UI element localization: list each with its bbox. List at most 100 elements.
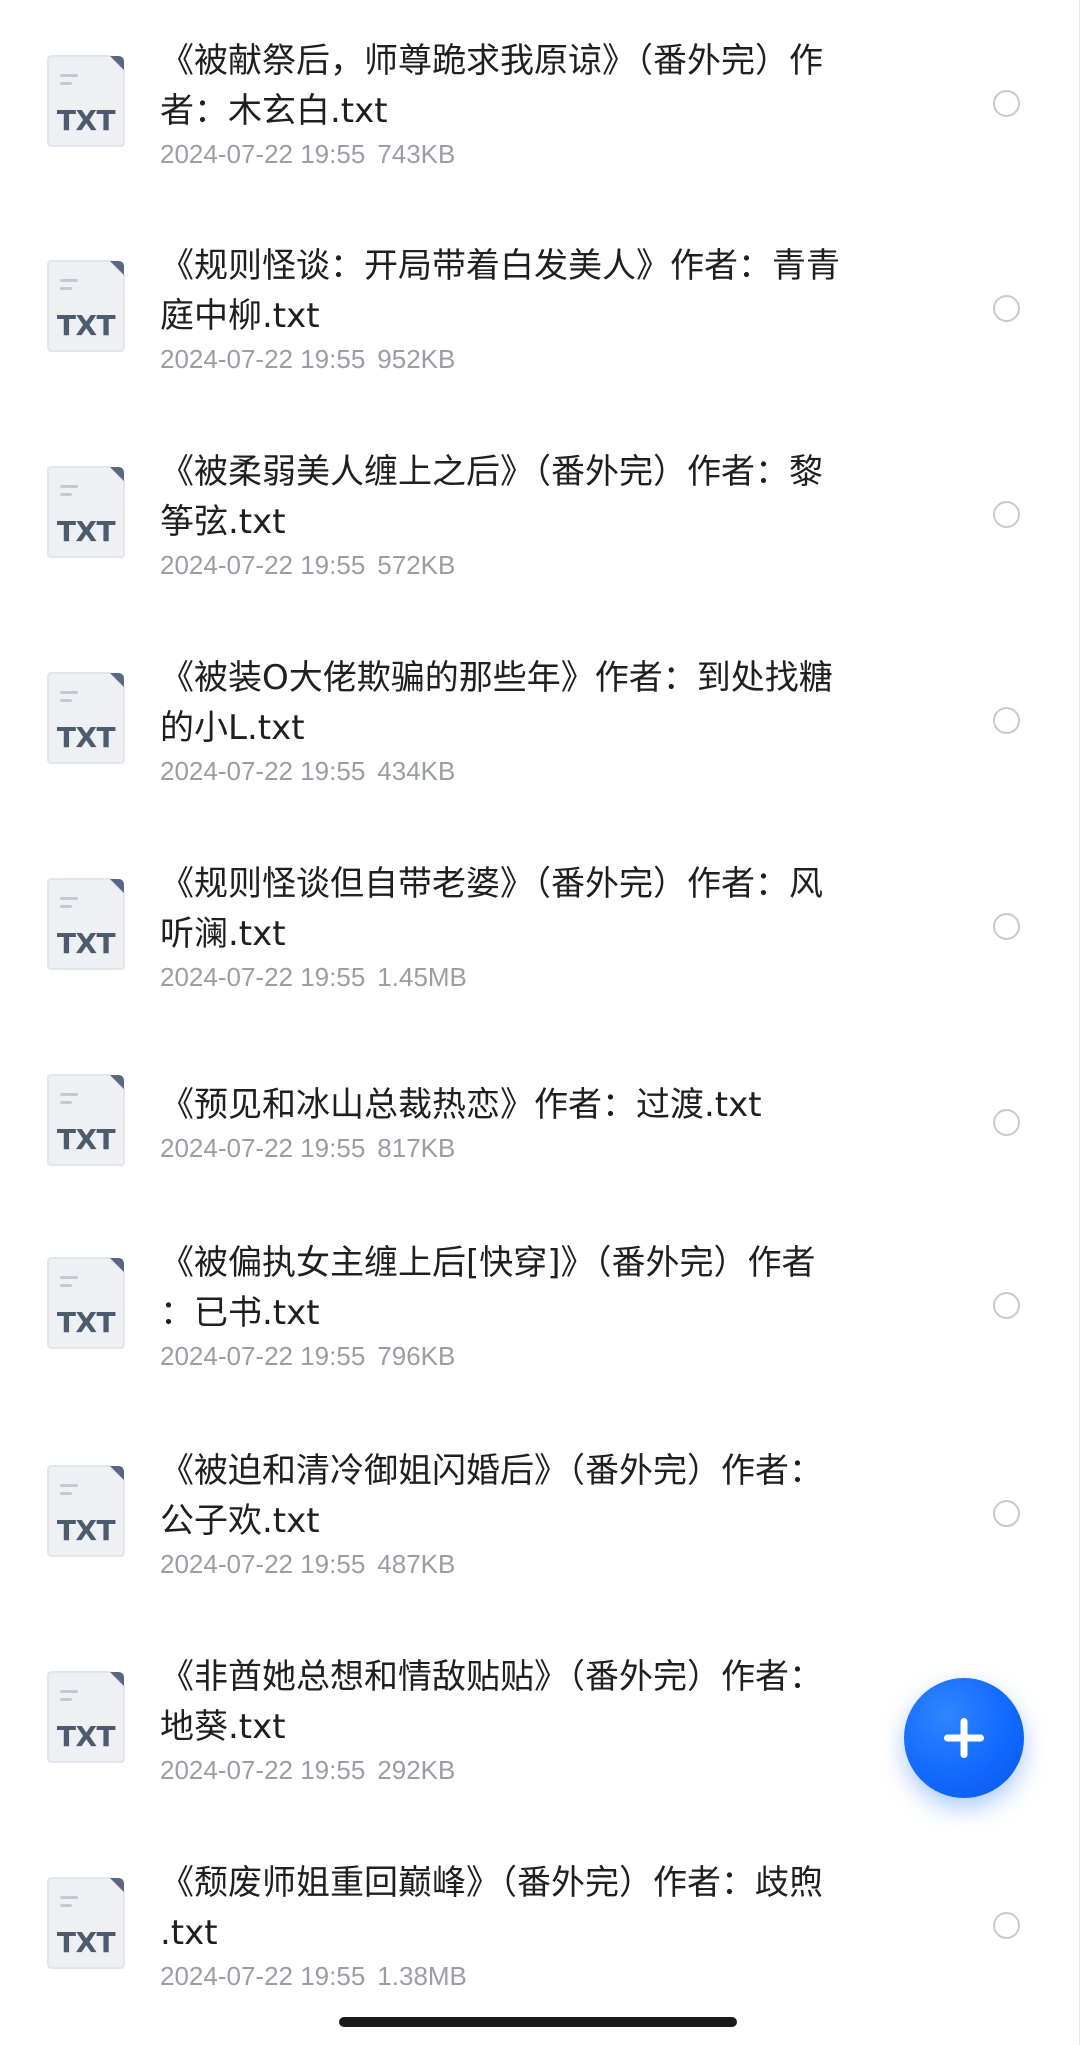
file-size: 434KB	[377, 756, 456, 786]
file-size: 817KB	[377, 1133, 456, 1163]
file-date: 2024-07-22 19:55	[160, 139, 366, 169]
list-item[interactable]: TXT 《颓废师姐重回巅峰》（番外完）作者：歧煦 .txt 2024-07-22…	[0, 1846, 1080, 2045]
txt-file-icon: TXT	[46, 1876, 126, 1970]
file-date: 2024-07-22 19:55	[160, 550, 366, 580]
file-name-line-1: 《被迫和清冷御姐闪婚后》（番外完）作者：	[160, 1451, 823, 1491]
file-size: 1.38MB	[377, 1961, 467, 1991]
select-radio[interactable]	[993, 1109, 1020, 1136]
file-name: 《规则怪谈：开局带着白发美人》作者：青青 庭中柳.txt	[160, 241, 900, 341]
file-text[interactable]: 《预见和冰山总裁热恋》作者：过渡.txt 2024-07-22 19:55 817…	[160, 1080, 900, 1166]
txt-file-icon: TXT	[46, 671, 126, 765]
file-name: 《被献祭后，师尊跪求我原谅》（番外完）作 者：木玄白.txt	[160, 36, 900, 136]
file-name: 《被迫和清冷御姐闪婚后》（番外完）作者： 公子欢.txt	[160, 1446, 900, 1546]
file-date: 2024-07-22 19:55	[160, 1133, 366, 1163]
file-meta: 2024-07-22 19:55 292KB	[160, 1752, 900, 1788]
select-radio[interactable]	[993, 1500, 1020, 1527]
file-text[interactable]: 《颓废师姐重回巅峰》（番外完）作者：歧煦 .txt 2024-07-22 19:…	[160, 1858, 900, 1994]
file-text[interactable]: 《被献祭后，师尊跪求我原谅》（番外完）作 者：木玄白.txt 2024-07-2…	[160, 36, 900, 172]
add-fab-button[interactable]	[904, 1678, 1024, 1798]
file-name: 《被偏执女主缠上后[快穿]》（番外完）作者 ：已书.txt	[160, 1238, 900, 1338]
file-list-screen: TXT 《被献祭后，师尊跪求我原谅》（番外完）作 者：木玄白.txt 2024-…	[0, 0, 1080, 2045]
txt-file-icon: TXT	[46, 877, 126, 971]
select-radio[interactable]	[993, 913, 1020, 940]
file-date: 2024-07-22 19:55	[160, 1755, 366, 1785]
file-type-label: TXT	[56, 1926, 116, 1959]
file-type-label: TXT	[56, 1514, 116, 1547]
file-text[interactable]: 《被柔弱美人缠上之后》（番外完）作者：黎 筝弦.txt 2024-07-22 1…	[160, 447, 900, 583]
file-name-line-1: 《非酋她总想和情敌贴贴》（番外完）作者：	[160, 1657, 823, 1697]
file-name-line-2: 听澜.txt	[160, 914, 286, 954]
list-item[interactable]: TXT 《被装O大佬欺骗的那些年》作者：到处找糖 的小L.txt 2024-07…	[0, 641, 1080, 841]
file-size: 1.45MB	[377, 962, 467, 992]
file-date: 2024-07-22 19:55	[160, 1341, 366, 1371]
file-name-line-2: 的小L.txt	[160, 708, 305, 748]
file-name-line-2: 庭中柳.txt	[160, 296, 320, 336]
file-name-line-2: .txt	[160, 1913, 218, 1953]
file-date: 2024-07-22 19:55	[160, 756, 366, 786]
file-text[interactable]: 《被装O大佬欺骗的那些年》作者：到处找糖 的小L.txt 2024-07-22 …	[160, 653, 900, 789]
file-name-line-2: 地葵.txt	[160, 1707, 286, 1747]
file-name: 《被装O大佬欺骗的那些年》作者：到处找糖 的小L.txt	[160, 653, 900, 753]
txt-file-icon: TXT	[46, 1464, 126, 1558]
file-size: 487KB	[377, 1549, 456, 1579]
file-name-line-2: 者：木玄白.txt	[160, 91, 388, 131]
select-radio[interactable]	[993, 90, 1020, 117]
list-item[interactable]: TXT 《被献祭后，师尊跪求我原谅》（番外完）作 者：木玄白.txt 2024-…	[0, 24, 1080, 224]
list-item[interactable]: TXT 《被迫和清冷御姐闪婚后》（番外完）作者： 公子欢.txt 2024-07…	[0, 1434, 1080, 1634]
file-name: 《颓废师姐重回巅峰》（番外完）作者：歧煦 .txt	[160, 1858, 900, 1958]
file-meta: 2024-07-22 19:55 796KB	[160, 1338, 900, 1374]
file-text[interactable]: 《被偏执女主缠上后[快穿]》（番外完）作者 ：已书.txt 2024-07-22…	[160, 1238, 900, 1374]
select-radio[interactable]	[993, 295, 1020, 322]
file-type-label: TXT	[56, 104, 116, 137]
file-meta: 2024-07-22 19:55 1.38MB	[160, 1958, 900, 1994]
file-name-line-1: 《被献祭后，师尊跪求我原谅》（番外完）作	[160, 41, 823, 81]
txt-file-icon: TXT	[46, 1670, 126, 1764]
file-meta: 2024-07-22 19:55 952KB	[160, 341, 900, 377]
file-date: 2024-07-22 19:55	[160, 962, 366, 992]
file-name-line-1: 《被柔弱美人缠上之后》（番外完）作者：黎	[160, 452, 823, 492]
select-radio[interactable]	[993, 707, 1020, 734]
file-meta: 2024-07-22 19:55 1.45MB	[160, 959, 900, 995]
file-meta: 2024-07-22 19:55 743KB	[160, 136, 900, 172]
file-size: 743KB	[377, 139, 456, 169]
file-name: 《规则怪谈但自带老婆》（番外完）作者：风 听澜.txt	[160, 859, 900, 959]
file-date: 2024-07-22 19:55	[160, 1961, 366, 1991]
list-item[interactable]: TXT 《被偏执女主缠上后[快穿]》（番外完）作者 ：已书.txt 2024-0…	[0, 1226, 1080, 1426]
file-name-line-1: 《颓废师姐重回巅峰》（番外完）作者：歧煦	[160, 1863, 823, 1903]
file-type-label: TXT	[56, 1123, 116, 1156]
file-size: 292KB	[377, 1755, 456, 1785]
list-item[interactable]: TXT 《规则怪谈但自带老婆》（番外完）作者：风 听澜.txt 2024-07-…	[0, 847, 1080, 1047]
file-type-label: TXT	[56, 515, 116, 548]
txt-file-icon: TXT	[46, 259, 126, 353]
txt-file-icon: TXT	[46, 465, 126, 559]
file-type-label: TXT	[56, 1306, 116, 1339]
file-text[interactable]: 《被迫和清冷御姐闪婚后》（番外完）作者： 公子欢.txt 2024-07-22 …	[160, 1446, 900, 1582]
file-name-line-1: 《规则怪谈：开局带着白发美人》作者：青青	[160, 246, 840, 286]
list-item[interactable]: TXT 《预见和冰山总裁热恋》作者：过渡.txt 2024-07-22 19:5…	[0, 1053, 1080, 1253]
file-date: 2024-07-22 19:55	[160, 1549, 366, 1579]
file-meta: 2024-07-22 19:55 434KB	[160, 753, 900, 789]
file-text[interactable]: 《规则怪谈：开局带着白发美人》作者：青青 庭中柳.txt 2024-07-22 …	[160, 241, 900, 377]
select-radio[interactable]	[993, 501, 1020, 528]
file-text[interactable]: 《规则怪谈但自带老婆》（番外完）作者：风 听澜.txt 2024-07-22 1…	[160, 859, 900, 995]
file-name-line-2: ：已书.txt	[160, 1293, 320, 1333]
txt-file-icon: TXT	[46, 1073, 126, 1167]
file-name-line-1: 《规则怪谈但自带老婆》（番外完）作者：风	[160, 864, 823, 904]
file-name: 《被柔弱美人缠上之后》（番外完）作者：黎 筝弦.txt	[160, 447, 900, 547]
file-size: 952KB	[377, 344, 456, 374]
file-name-line-2: 公子欢.txt	[160, 1501, 320, 1541]
file-type-label: TXT	[56, 309, 116, 342]
select-radio[interactable]	[993, 1912, 1020, 1939]
list-item[interactable]: TXT 《规则怪谈：开局带着白发美人》作者：青青 庭中柳.txt 2024-07…	[0, 229, 1080, 429]
select-radio[interactable]	[993, 1292, 1020, 1319]
file-type-label: TXT	[56, 927, 116, 960]
file-name-line-2: 筝弦.txt	[160, 502, 286, 542]
file-type-label: TXT	[56, 1720, 116, 1753]
file-meta: 2024-07-22 19:55 817KB	[160, 1130, 900, 1166]
txt-file-icon: TXT	[46, 1256, 126, 1350]
home-indicator[interactable]	[339, 2017, 737, 2027]
list-item[interactable]: TXT 《被柔弱美人缠上之后》（番外完）作者：黎 筝弦.txt 2024-07-…	[0, 435, 1080, 635]
file-meta: 2024-07-22 19:55 487KB	[160, 1546, 900, 1582]
file-text[interactable]: 《非酋她总想和情敌贴贴》（番外完）作者： 地葵.txt 2024-07-22 1…	[160, 1652, 900, 1788]
file-name: 《预见和冰山总裁热恋》作者：过渡.txt	[160, 1080, 900, 1130]
